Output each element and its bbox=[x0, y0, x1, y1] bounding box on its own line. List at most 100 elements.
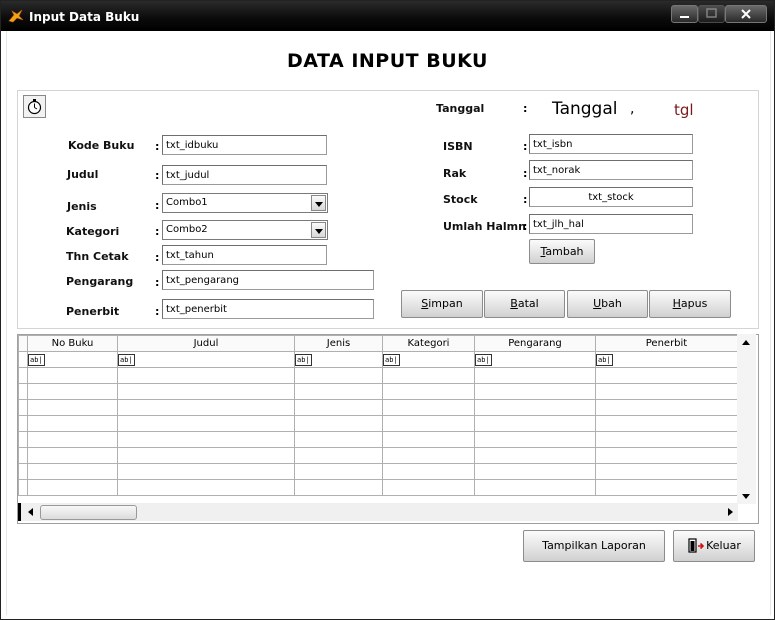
column-header[interactable]: Penerbit bbox=[595, 335, 738, 352]
kategori-label: Kategori bbox=[66, 225, 120, 238]
pengarang-label: Pengarang bbox=[66, 275, 134, 288]
stock-field[interactable]: txt_stock bbox=[529, 187, 693, 207]
text-cell-icon: ab| bbox=[28, 353, 45, 366]
column-header[interactable]: Kategori bbox=[382, 335, 475, 352]
thn-cetak-field[interactable]: txt_tahun bbox=[162, 245, 327, 265]
jumlah-halaman-field[interactable]: txt_jlh_hal bbox=[529, 214, 693, 234]
judul-field[interactable]: txt_judul bbox=[162, 165, 327, 185]
row-selector[interactable] bbox=[18, 351, 28, 368]
new-row[interactable]: ab| ab| ab| ab| ab| ab| bbox=[18, 351, 738, 368]
rak-field[interactable]: txt_norak bbox=[529, 160, 693, 180]
thn-cetak-label: Thn Cetak bbox=[66, 250, 129, 263]
penerbit-label: Penerbit bbox=[66, 305, 120, 318]
table-row[interactable] bbox=[18, 463, 738, 480]
app-icon bbox=[8, 9, 24, 23]
pengarang-field[interactable]: txt_pengarang bbox=[162, 270, 374, 290]
colon: : bbox=[155, 199, 160, 212]
table-cell[interactable]: ab| bbox=[27, 351, 118, 368]
kategori-combo-value: Combo2 bbox=[166, 224, 208, 235]
scroll-left-icon[interactable] bbox=[28, 508, 33, 516]
maximize-icon bbox=[706, 8, 717, 18]
text-cell-icon: ab| bbox=[295, 353, 312, 366]
timer-control bbox=[23, 95, 46, 118]
horizontal-scrollbar[interactable] bbox=[18, 503, 738, 521]
jenis-combo-value: Combo1 bbox=[166, 197, 208, 208]
tambah-button[interactable]: Tambah bbox=[529, 239, 595, 264]
colon: : bbox=[155, 169, 160, 182]
colon: : bbox=[155, 305, 160, 318]
isbn-label: ISBN bbox=[443, 140, 473, 153]
chevron-down-icon[interactable] bbox=[311, 195, 326, 211]
colon: : bbox=[523, 140, 528, 153]
scroll-thumb[interactable] bbox=[40, 505, 137, 520]
table-row[interactable] bbox=[18, 415, 738, 432]
table-row[interactable] bbox=[18, 447, 738, 464]
colon: : bbox=[155, 276, 160, 289]
colon: : bbox=[155, 140, 160, 153]
judul-label: Judul bbox=[67, 168, 99, 181]
table-cell[interactable]: ab| bbox=[474, 351, 596, 368]
maximize-button[interactable] bbox=[698, 5, 725, 23]
scroll-down-icon[interactable] bbox=[742, 494, 750, 499]
table-row[interactable] bbox=[18, 479, 738, 496]
chevron-down-icon[interactable] bbox=[311, 222, 326, 238]
text-cell-icon: ab| bbox=[383, 353, 400, 366]
kode-buku-label: Kode Buku bbox=[68, 139, 135, 152]
text-cell-icon: ab| bbox=[596, 353, 613, 366]
tampilkan-laporan-button[interactable]: Tampilkan Laporan bbox=[523, 530, 665, 562]
books-table: No Buku Judul Jenis Kategori Pengarang P… bbox=[18, 335, 738, 496]
scroll-right-icon[interactable] bbox=[728, 508, 733, 516]
jumlah-halaman-label: Umlah Halmn bbox=[443, 220, 526, 233]
colon: : bbox=[155, 225, 160, 238]
scroll-up-icon[interactable] bbox=[742, 340, 750, 345]
window-title: Input Data Buku bbox=[29, 10, 140, 24]
jenis-combo[interactable]: Combo1 bbox=[162, 193, 328, 213]
table-row[interactable] bbox=[18, 399, 738, 416]
close-icon bbox=[741, 9, 751, 19]
table-row[interactable] bbox=[18, 367, 738, 384]
colon: : bbox=[523, 102, 528, 115]
table-cell[interactable]: ab| bbox=[595, 351, 738, 368]
column-header[interactable]: No Buku bbox=[27, 335, 118, 352]
tanggal-label: Tanggal bbox=[436, 102, 485, 115]
title-bar: Input Data Buku bbox=[1, 1, 774, 31]
kode-buku-field[interactable]: txt_idbuku bbox=[162, 135, 327, 155]
table-cell[interactable]: ab| bbox=[294, 351, 383, 368]
table-row[interactable] bbox=[18, 383, 738, 400]
grid-record-marker bbox=[18, 503, 21, 521]
tanggal-separator: , bbox=[630, 101, 635, 117]
kategori-combo[interactable]: Combo2 bbox=[162, 220, 328, 240]
keluar-label: Keluar bbox=[706, 539, 741, 552]
penerbit-field[interactable]: txt_penerbit bbox=[162, 299, 374, 319]
tanggal-value: Tanggal bbox=[552, 99, 618, 119]
ubah-button[interactable]: Ubah bbox=[567, 290, 648, 318]
table-cell[interactable]: ab| bbox=[382, 351, 475, 368]
rak-label: Rak bbox=[443, 167, 467, 180]
simpan-button[interactable]: Simpan bbox=[401, 290, 483, 318]
table-row[interactable] bbox=[18, 431, 738, 448]
page-title: DATA INPUT BUKU bbox=[287, 50, 488, 72]
tgl-value: tgl bbox=[674, 101, 694, 119]
column-header[interactable]: Pengarang bbox=[474, 335, 596, 352]
column-header[interactable]: Judul bbox=[117, 335, 295, 352]
jenis-label: Jenis bbox=[67, 200, 97, 213]
stock-label: Stock bbox=[443, 193, 478, 206]
batal-button[interactable]: Batal bbox=[484, 290, 565, 318]
minimize-button[interactable] bbox=[671, 5, 698, 23]
close-button[interactable] bbox=[725, 5, 767, 23]
table-header-row: No Buku Judul Jenis Kategori Pengarang P… bbox=[18, 335, 738, 352]
row-selector-header bbox=[18, 335, 28, 352]
colon: : bbox=[523, 220, 528, 233]
colon: : bbox=[523, 167, 528, 180]
books-datagrid[interactable]: No Buku Judul Jenis Kategori Pengarang P… bbox=[17, 334, 759, 524]
keluar-button[interactable]: Keluar bbox=[673, 530, 755, 562]
text-cell-icon: ab| bbox=[118, 353, 135, 366]
column-header[interactable]: Jenis bbox=[294, 335, 383, 352]
text-cell-icon: ab| bbox=[475, 353, 492, 366]
vertical-scrollbar[interactable] bbox=[737, 334, 756, 504]
colon: : bbox=[523, 193, 528, 206]
hapus-button[interactable]: Hapus bbox=[649, 290, 731, 318]
isbn-field[interactable]: txt_isbn bbox=[529, 134, 693, 154]
exit-door-icon bbox=[688, 538, 705, 553]
table-cell[interactable]: ab| bbox=[117, 351, 295, 368]
